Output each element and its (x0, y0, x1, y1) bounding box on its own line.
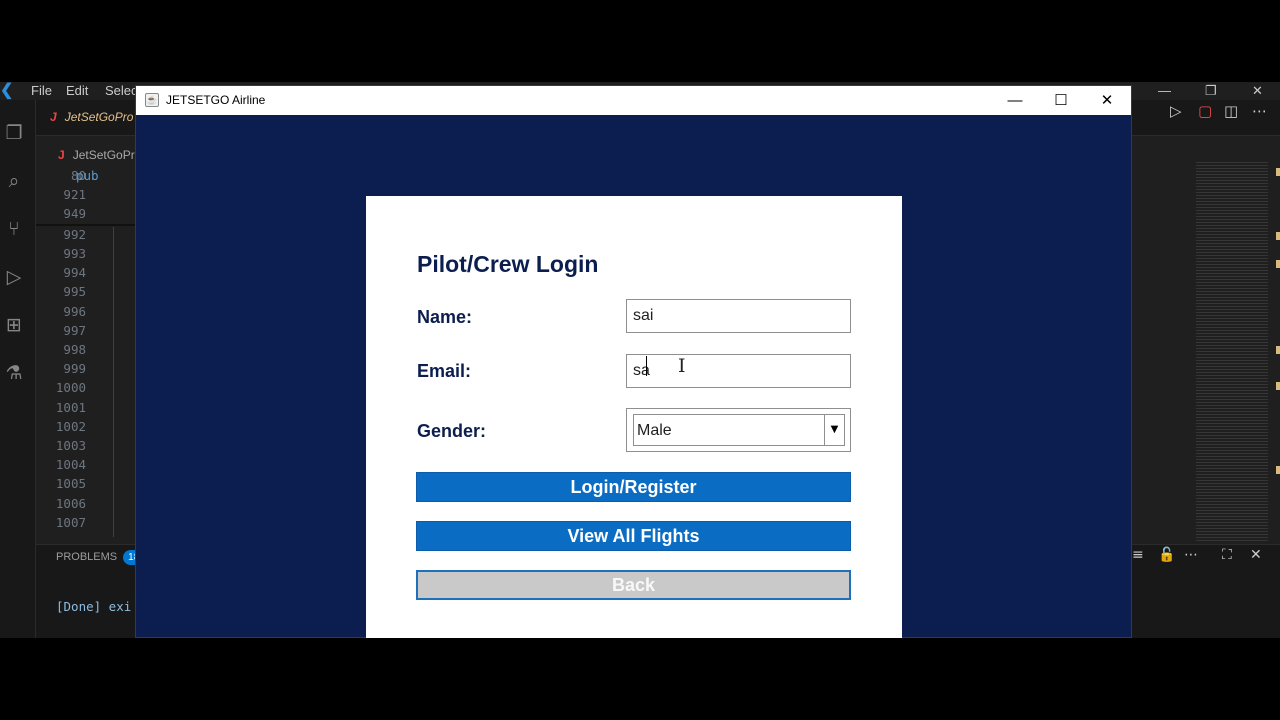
page-title: Pilot/Crew Login (417, 251, 599, 277)
source-control-icon[interactable]: ⑂ (3, 218, 25, 240)
editor-tab-label: JetSetGoPro (64, 110, 134, 124)
line-number: 1000 (55, 380, 86, 395)
gender-combo-box[interactable]: Male ▼ (633, 414, 845, 446)
vscode-close-icon[interactable]: ✕ (1252, 83, 1263, 99)
menu-edit[interactable]: Edit (66, 83, 88, 99)
line-number: 1005 (55, 476, 86, 491)
line-number: 994 (63, 265, 86, 280)
line-number: 992 (63, 227, 86, 242)
menu-selection[interactable]: Selec (105, 83, 138, 99)
run-icon[interactable]: ▷ (1170, 102, 1182, 120)
name-label: Name: (417, 307, 473, 327)
minimap-marker (1276, 260, 1280, 268)
minimap-marker (1276, 466, 1280, 474)
line-number: 995 (63, 284, 86, 299)
java-file-icon: J (50, 110, 57, 124)
minimize-icon[interactable]: — (992, 86, 1038, 115)
minimap-marker (1276, 382, 1280, 390)
minimap-marker (1276, 346, 1280, 354)
minimap[interactable] (1196, 162, 1268, 542)
output-text: [Done] exi (56, 599, 132, 614)
search-icon[interactable]: ⌕ (3, 170, 25, 192)
login-panel: Pilot/Crew Login Name: Email: I Gender: … (366, 196, 902, 638)
line-number: 1007 (55, 515, 86, 530)
screen: ❮ File Edit Selec — ❐ ✕ ❐ ⌕ ⑂ ▷ ⊞ ⚗ J Jet… (0, 82, 1280, 638)
close-icon[interactable]: ✕ (1084, 86, 1130, 115)
testing-icon[interactable]: ⚗ (3, 362, 25, 384)
line-number: 998 (63, 342, 86, 357)
breadcrumb[interactable]: J JetSetGoPr (58, 148, 135, 162)
line-number: 1002 (55, 419, 86, 434)
chevron-down-icon[interactable]: ▼ (824, 415, 844, 445)
java-file-icon: J (58, 148, 65, 162)
line-number: 1003 (55, 438, 86, 453)
line-number: 997 (63, 323, 86, 338)
sticky-scroll-divider (36, 224, 136, 226)
indent-guide (113, 227, 114, 537)
explorer-icon[interactable]: ❐ (3, 122, 25, 144)
line-number: 999 (63, 361, 86, 376)
vscode-restore-icon[interactable]: ❐ (1205, 83, 1217, 99)
filter-icon[interactable]: ≡ (1132, 547, 1144, 563)
line-number: 996 (63, 304, 86, 319)
minimap-marker (1276, 232, 1280, 240)
gender-selected-value: Male (637, 422, 672, 439)
tab-problems-label: PROBLEMS (56, 551, 118, 563)
name-input[interactable] (626, 299, 851, 333)
more-icon[interactable]: ⋯ (1184, 547, 1198, 563)
lock-icon[interactable]: 🔓 (1158, 547, 1175, 563)
more-icon[interactable]: ⋯ (1252, 102, 1267, 120)
email-input[interactable] (626, 354, 851, 388)
ibeam-cursor-icon: I (678, 355, 686, 377)
close-panel-icon[interactable]: ✕ (1250, 547, 1262, 563)
tab-problems[interactable]: PROBLEMS 18 (56, 550, 145, 565)
line-number: 1006 (55, 496, 86, 511)
maximize-panel-icon[interactable]: ⛶ (1222, 547, 1232, 563)
window-title: JETSETGO Airline (166, 93, 266, 107)
minimap-marker (1276, 168, 1280, 176)
maximize-icon[interactable]: ☐ (1038, 86, 1084, 115)
text-caret (646, 356, 647, 376)
line-number: 949 (63, 206, 86, 221)
vscode-logo-icon: ❮ (0, 82, 14, 99)
email-label: Email: (417, 361, 472, 381)
menu-file[interactable]: File (31, 83, 52, 99)
breadcrumb-label: JetSetGoPr (72, 148, 135, 162)
stop-icon[interactable]: ▢ (1198, 102, 1212, 120)
view-all-flights-button[interactable]: View All Flights (416, 521, 851, 551)
app-window: ☕ JETSETGO Airline — ☐ ✕ Pilot/Crew Logi… (135, 85, 1132, 638)
code-text: pub (76, 168, 99, 183)
run-debug-icon[interactable]: ▷ (3, 266, 25, 288)
app-titlebar[interactable]: ☕ JETSETGO Airline — ☐ ✕ (136, 86, 1131, 115)
vscode-minimize-icon[interactable]: — (1158, 83, 1171, 98)
line-number: 993 (63, 246, 86, 261)
line-number: 921 (63, 187, 86, 202)
login-register-button[interactable]: Login/Register (416, 472, 851, 502)
split-editor-icon[interactable]: ◫ (1224, 102, 1238, 120)
gender-label: Gender: (417, 421, 487, 441)
back-button[interactable]: Back (416, 570, 851, 600)
activity-bar: ❐ ⌕ ⑂ ▷ ⊞ ⚗ (0, 100, 36, 638)
line-number: 1001 (55, 400, 86, 415)
extensions-icon[interactable]: ⊞ (3, 314, 25, 336)
line-number: 1004 (55, 457, 86, 472)
gender-select[interactable]: Male ▼ (626, 408, 851, 452)
editor-tab[interactable]: J JetSetGoPro (50, 110, 133, 124)
java-app-icon: ☕ (145, 93, 159, 107)
